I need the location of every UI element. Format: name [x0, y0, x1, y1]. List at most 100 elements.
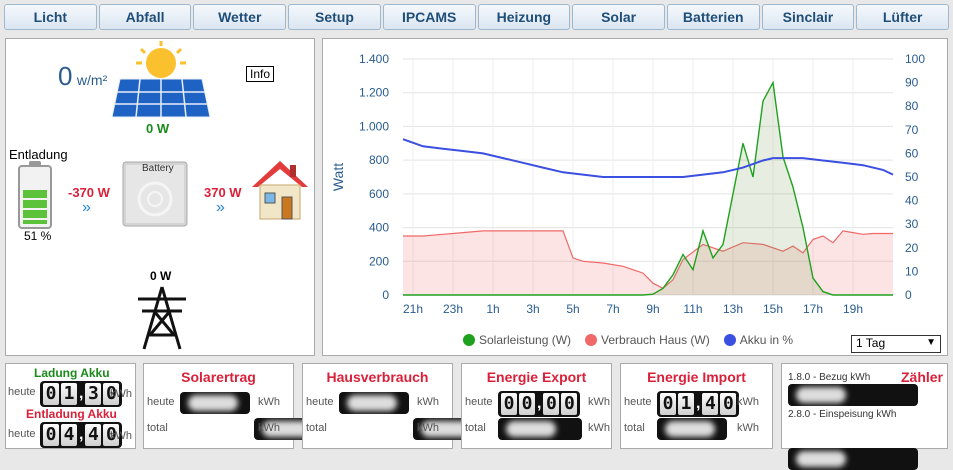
box-title: Energie Export — [486, 369, 587, 385]
tab-sinclair[interactable]: Sinclair — [761, 4, 855, 30]
digit: 3 — [85, 383, 102, 405]
irradiance: 0 w/m² — [58, 61, 107, 92]
y-right-tick-label: 100 — [905, 52, 925, 66]
chart-panel: 0 200 400 600 800 1.000 1.200 1.400 0 10 20 30 40 50 6… — [322, 38, 948, 356]
digit: 0 — [501, 393, 517, 415]
digit: 4 — [702, 393, 719, 415]
discharge-unit: kWh — [110, 430, 132, 442]
digit: 1 — [61, 383, 77, 405]
battery-power: -370 W — [68, 185, 110, 200]
digit: 4 — [61, 424, 77, 446]
digit: 0 — [720, 393, 737, 415]
decimal-separator: , — [79, 426, 84, 443]
total-label: total — [306, 422, 327, 434]
unit-label: kWh — [417, 396, 439, 408]
heute-label: heute — [624, 396, 652, 408]
discharge-title: Entladung Akku — [26, 407, 117, 421]
tab-solar[interactable]: Solar — [572, 4, 665, 30]
y-axis-label: Watt — [330, 163, 346, 191]
heute-label: heute — [306, 396, 334, 408]
total-label: total — [624, 422, 645, 434]
range-select[interactable]: 1 Tag ▼ — [851, 335, 941, 353]
legend-item-solar[interactable]: Solarleistung (W) — [463, 333, 571, 347]
grid-power: 0 W — [150, 269, 172, 283]
battery-label: Battery — [142, 163, 174, 174]
unit-label: kWh — [588, 422, 610, 434]
y-right-tick-label: 90 — [905, 76, 919, 90]
battery-percent: 51 % — [24, 229, 52, 243]
heute-display-redacted — [180, 392, 250, 414]
y-left-tick-label: 1.200 — [359, 86, 389, 100]
unit-label: kWh — [258, 396, 280, 408]
series-line-battery — [402, 138, 894, 178]
energie-export-box: Energie Export heute 00,00 kWh total kWh — [461, 363, 612, 449]
box-title: Hausverbrauch — [326, 369, 429, 385]
tab-heizung[interactable]: Heizung — [477, 4, 571, 30]
arrow-right-icon: » — [216, 199, 225, 216]
x-tick-label: 23h — [443, 302, 463, 316]
box-title: Solarertrag — [181, 369, 256, 385]
energie-import-box: Energie Import heute 01,40 kWh total kWh — [620, 363, 773, 449]
y-right-tick-label: 40 — [905, 194, 919, 208]
unit-label: kWh — [737, 422, 759, 434]
x-tick-label: 1h — [486, 302, 499, 316]
total-display-redacted — [498, 418, 582, 440]
y-right-tick-label: 50 — [905, 170, 919, 184]
digit: 0 — [660, 393, 676, 415]
legend-marker — [463, 334, 475, 346]
x-tick-label: 21h — [403, 302, 423, 316]
decimal-separator: , — [696, 395, 701, 412]
y-left-tick-label: 1.400 — [359, 52, 389, 66]
decimal-separator: , — [79, 385, 84, 402]
y-right-tick-label: 80 — [905, 99, 919, 113]
decimal-separator: , — [537, 395, 542, 412]
sun-icon — [136, 41, 186, 78]
tab-wetter[interactable]: Wetter — [193, 4, 287, 30]
tab-setup[interactable]: Setup — [288, 4, 381, 30]
legend-label: Solarleistung (W) — [479, 333, 572, 347]
unit-label: kWh — [258, 422, 280, 434]
x-tick-label: 7h — [606, 302, 619, 316]
chart-legend: Solarleistung (W) Verbrauch Haus (W) Akk… — [463, 333, 793, 347]
total-label: total — [147, 422, 168, 434]
power-chart: 0 200 400 600 800 1.000 1.200 1.400 0 10 20 30 40 50 6… — [330, 52, 925, 316]
zaehler-box: Zähler 1.8.0 - Bezug kWh 2.8.0 - Einspei… — [781, 363, 948, 470]
unit-label: kWh — [737, 396, 759, 408]
y-left-tick-label: 0 — [382, 288, 389, 302]
digit: 4 — [85, 424, 102, 446]
tab-abfall[interactable]: Abfall — [98, 4, 192, 30]
heute-label: heute — [147, 396, 175, 408]
tab-ipcams[interactable]: IPCAMS — [382, 4, 476, 30]
digit: 0 — [519, 393, 535, 415]
bezug-label: 1.8.0 - Bezug kWh — [788, 372, 871, 383]
bezug-display-redacted — [788, 384, 918, 406]
y-right-tick-label: 30 — [905, 217, 919, 231]
tab-batterien[interactable]: Batterien — [666, 4, 760, 30]
x-tick-label: 17h — [803, 302, 823, 316]
x-tick-label: 13h — [723, 302, 743, 316]
battery-icon — [18, 161, 52, 229]
unit-label: kWh — [588, 396, 610, 408]
y-right-tick-label: 60 — [905, 146, 919, 160]
info-button[interactable]: Info — [246, 66, 275, 82]
digit: 0 — [543, 393, 560, 415]
y-right-tick-label: 10 — [905, 264, 919, 278]
total-label: total — [465, 422, 486, 434]
tab-luefter[interactable]: Lüfter — [856, 4, 950, 30]
box-title: Energie Import — [647, 369, 746, 385]
tab-licht[interactable]: Licht — [4, 4, 97, 30]
top-nav: Licht Abfall Wetter Setup IPCAMS Heizung… — [4, 4, 950, 30]
y-right-tick-label: 0 — [905, 288, 912, 302]
heute-display-redacted — [339, 392, 409, 414]
export-heute-display: 00,00 — [498, 391, 581, 417]
legend-item-consumption[interactable]: Verbrauch Haus (W) — [585, 333, 710, 347]
einspeisung-label: 2.8.0 - Einspeisung kWh — [788, 409, 897, 420]
y-right-tick-label: 20 — [905, 241, 919, 255]
battery-state: Entladung — [9, 147, 68, 162]
house-icon — [252, 161, 308, 220]
charge-title: Ladung Akku — [34, 366, 110, 380]
x-tick-label: 11h — [683, 302, 702, 316]
legend-item-battery[interactable]: Akku in % — [723, 333, 793, 347]
discharge-heute-label: heute — [8, 428, 36, 440]
irradiance-value: 0 — [58, 61, 73, 91]
